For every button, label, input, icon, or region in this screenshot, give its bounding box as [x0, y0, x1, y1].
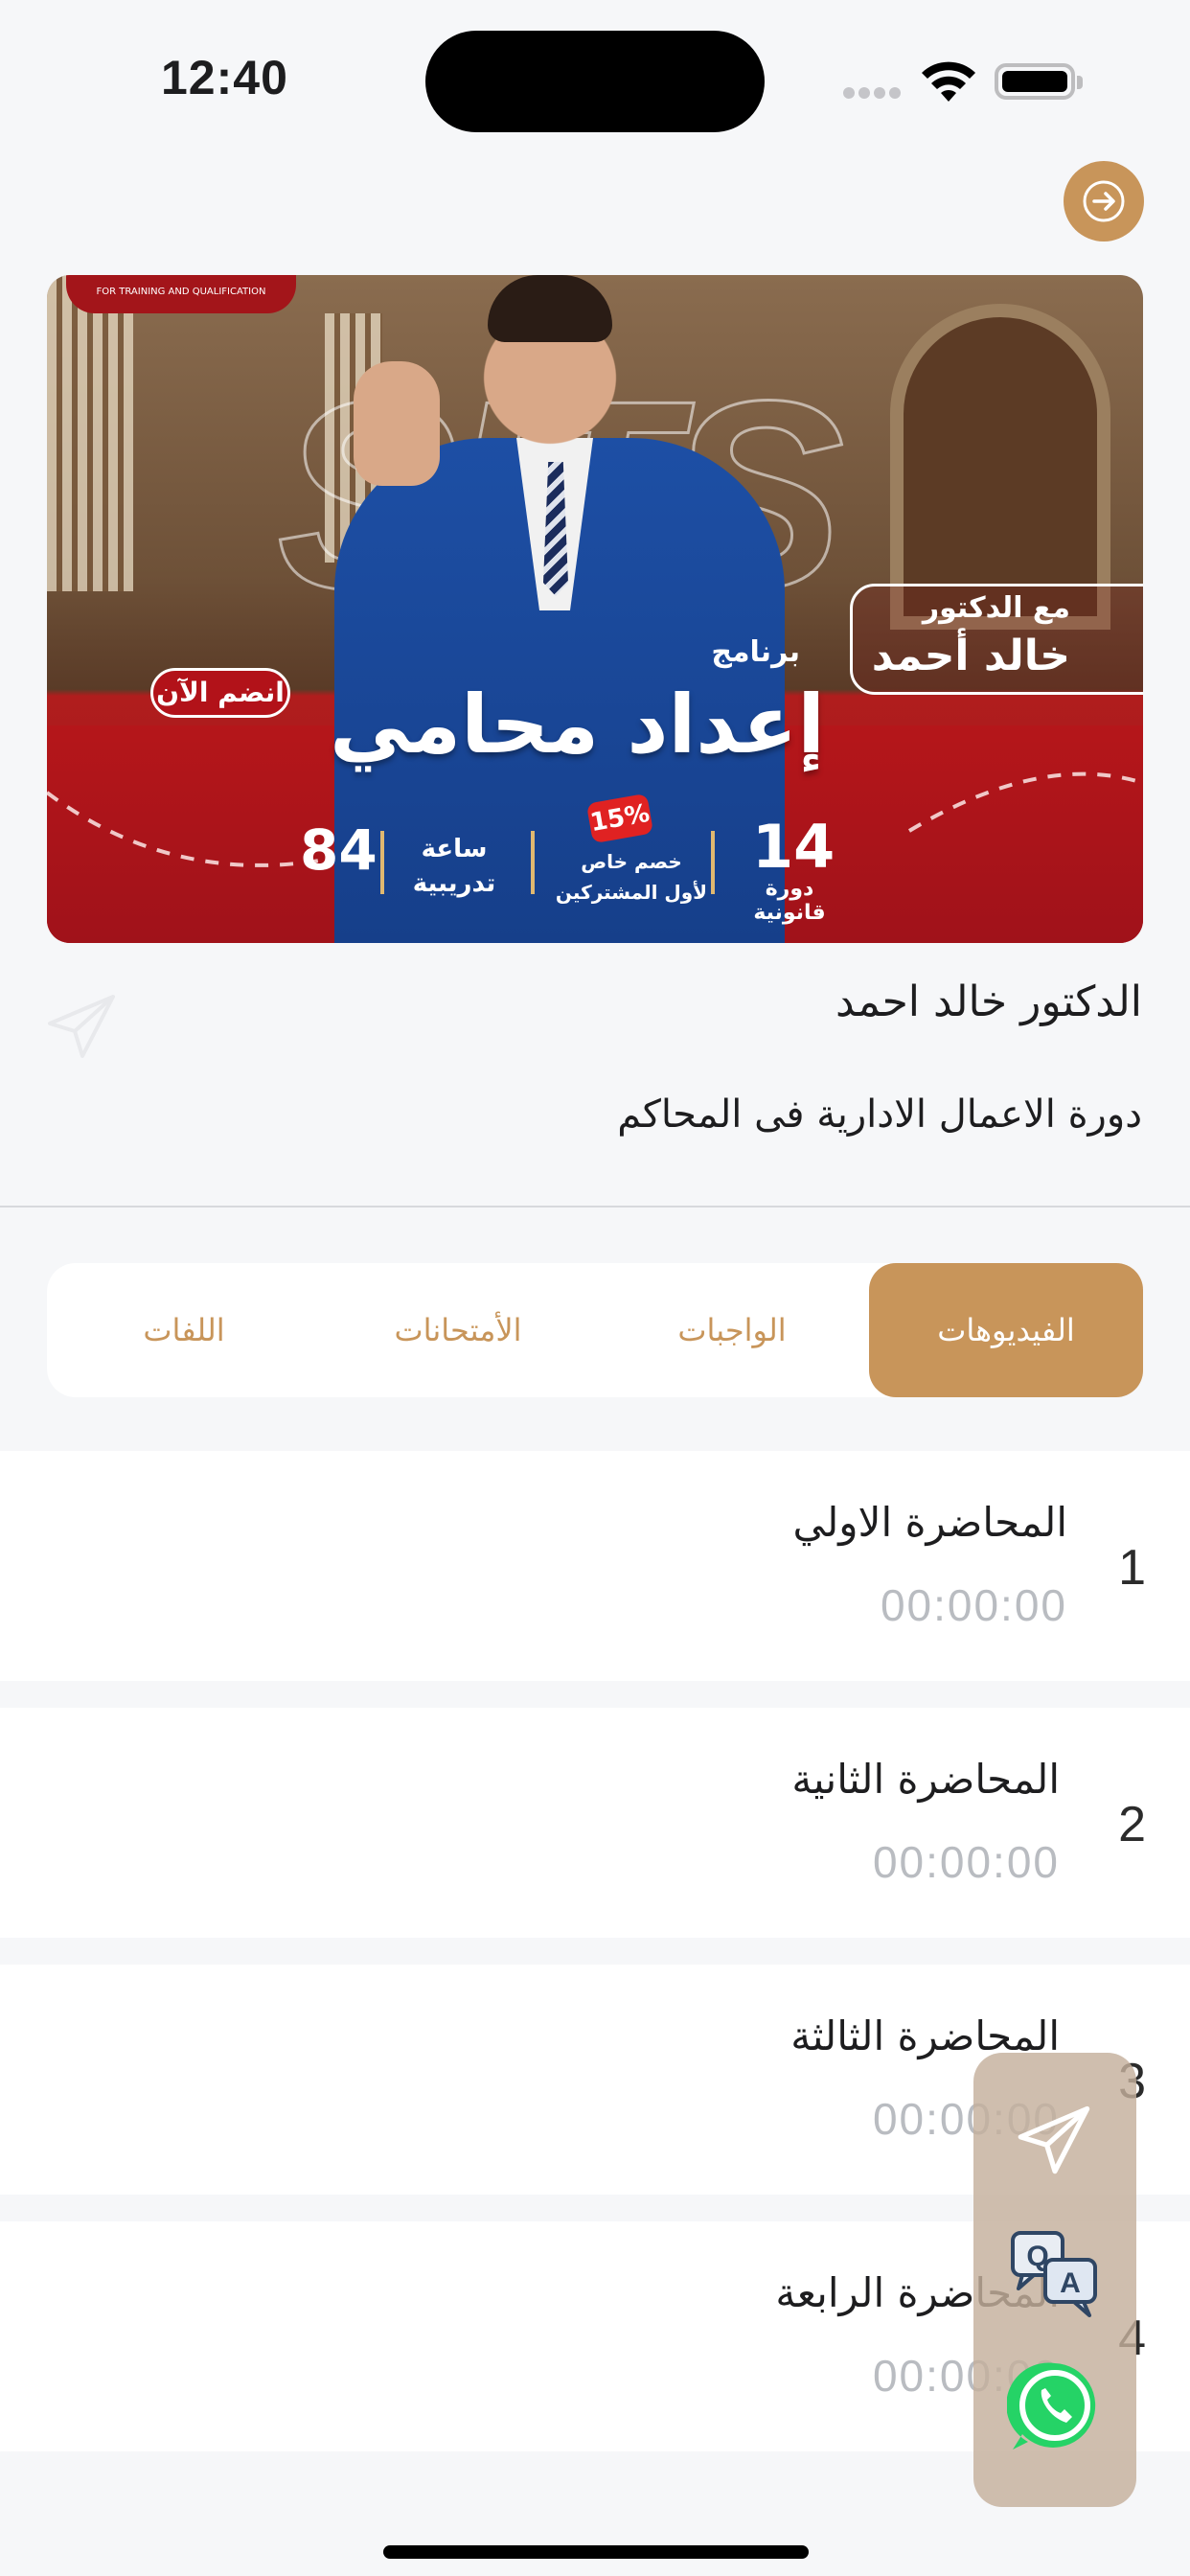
course-banner: SITS FOR TRAINING AND QUALIFICATION مع ا… — [47, 275, 1143, 943]
wifi-icon — [922, 61, 975, 102]
banner-logo-tab: FOR TRAINING AND QUALIFICATION — [66, 275, 296, 313]
lecture-number: 1 — [1118, 1540, 1146, 1596]
banner-program-label: برنامج — [711, 635, 800, 669]
status-bar: 12:40 — [0, 0, 1190, 144]
tab-files[interactable]: اللفات — [47, 1263, 321, 1397]
banner-separator — [531, 831, 535, 894]
banner-doctor-name: خالد أحمد — [871, 632, 1070, 680]
whatsapp-icon — [1007, 2362, 1096, 2450]
back-button[interactable] — [1064, 161, 1144, 242]
banner-discount-line2: لأول المشتركين — [555, 881, 708, 904]
lecture-item[interactable]: 1 المحاضرة الاولي 00:00:00 — [0, 1451, 1190, 1681]
dynamic-island — [425, 31, 765, 132]
banner-person-hand — [354, 361, 440, 486]
home-indicator[interactable] — [383, 2545, 809, 2559]
fab-qa-button[interactable]: Q A — [1007, 2225, 1103, 2321]
floating-actions-panel: Q A — [973, 2053, 1136, 2507]
content-tabs: الفيديوهات الواجبات الأمتحانات اللفات — [47, 1263, 1143, 1397]
lecture-title: المحاضرة الاولي — [792, 1499, 1067, 1546]
banner-join-now: انضم الآن — [150, 668, 290, 718]
battery-icon — [995, 63, 1083, 100]
lecture-item[interactable]: 2 المحاضرة الثانية 00:00:00 — [0, 1708, 1190, 1938]
banner-with-doctor: مع الدكتور — [922, 591, 1070, 625]
lecture-title: المحاضرة الثانية — [791, 1756, 1060, 1803]
fab-send-button[interactable] — [1007, 2091, 1103, 2187]
svg-text:A: A — [1060, 2267, 1081, 2299]
tab-assignments[interactable]: الواجبات — [595, 1263, 869, 1397]
cellular-signal-icon — [843, 84, 904, 100]
banner-logo-tagline: FOR TRAINING AND QUALIFICATION — [96, 287, 266, 297]
banner-stat-courses-number: 14 — [752, 812, 835, 882]
course-title: دورة الاعمال الادارية فى المحاكم — [617, 1092, 1142, 1137]
tab-exams[interactable]: الأمتحانات — [321, 1263, 595, 1397]
banner-stat-hours-number: 84 — [300, 817, 378, 883]
banner-program-title: إعداد محامي — [330, 678, 825, 771]
banner-window-left — [47, 275, 133, 591]
arrow-right-icon — [1083, 180, 1125, 222]
banner-arch — [890, 304, 1110, 630]
lecture-duration: 00:00:00 — [872, 1837, 1060, 1887]
lecture-duration: 00:00:00 — [880, 1580, 1067, 1630]
banner-separator — [380, 831, 384, 894]
tab-videos[interactable]: الفيديوهات — [869, 1263, 1143, 1397]
lecture-number: 2 — [1118, 1797, 1146, 1852]
fab-whatsapp-button[interactable] — [1007, 2358, 1103, 2453]
send-icon[interactable] — [44, 987, 121, 1064]
banner-hours-line2: تدريبية — [412, 869, 496, 898]
divider — [0, 1206, 1190, 1208]
banner-discount-line1: خصم خاص — [581, 850, 682, 873]
status-time: 12:40 — [161, 51, 288, 104]
banner-stat-courses-label: دورة قانونية — [753, 877, 826, 925]
banner-separator — [711, 831, 715, 894]
qa-icon: Q A — [1011, 2231, 1097, 2317]
send-icon — [1018, 2105, 1090, 2174]
course-doctor-name: الدكتور خالد احمد — [835, 978, 1142, 1026]
banner-hours-line1: ساعة — [421, 835, 488, 863]
